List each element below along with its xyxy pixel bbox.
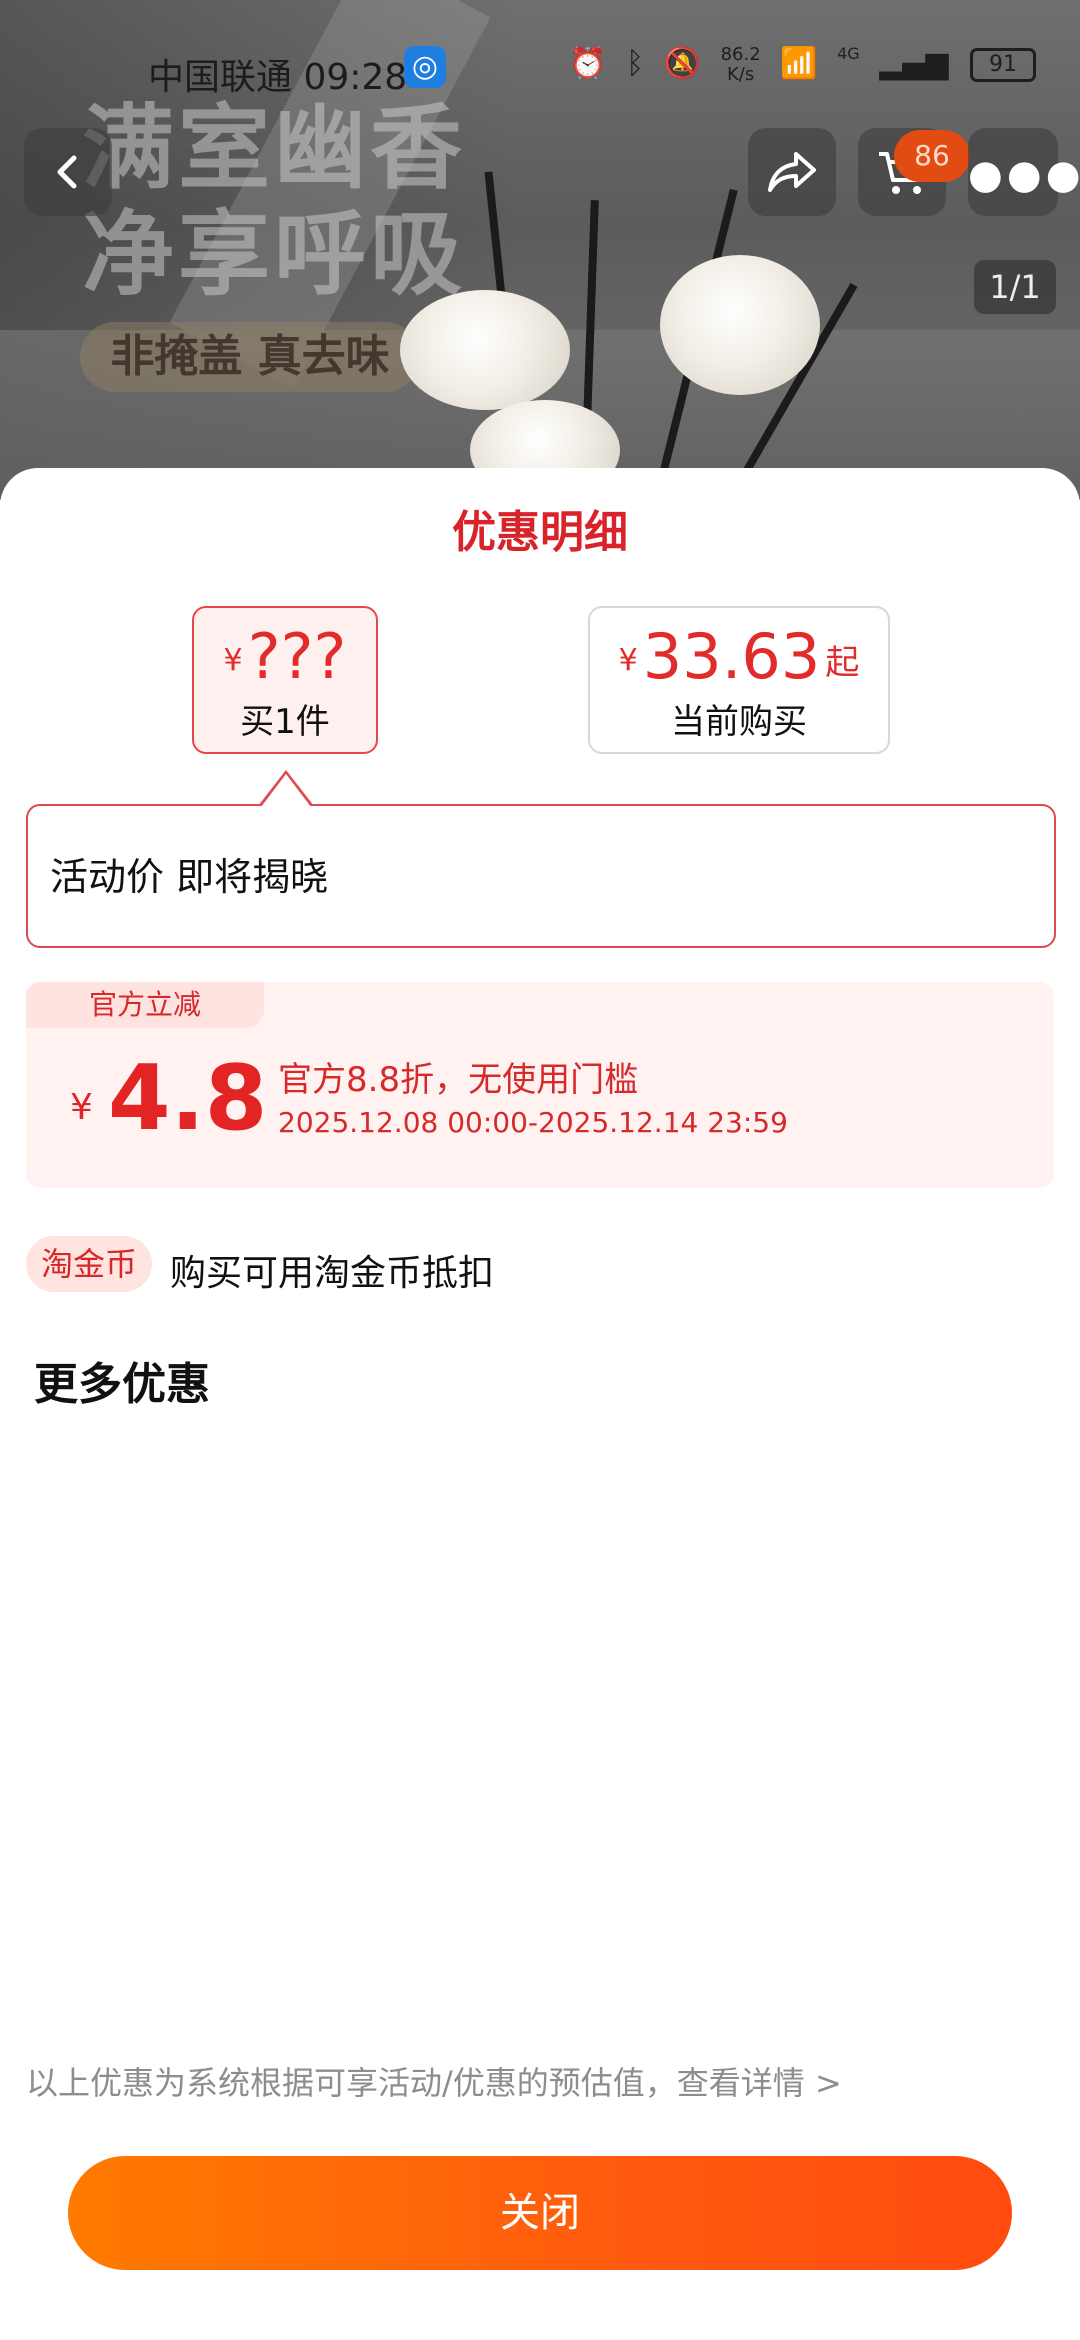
current-price: ¥ 33.63 起 [590, 620, 888, 693]
reed-flower [400, 290, 570, 410]
discount-amount: ¥ 4.8 [70, 1046, 267, 1151]
sheet-title: 优惠明细 [452, 507, 628, 558]
promo-tagline: 非掩盖 真去味 [80, 322, 420, 392]
headline-line-1: 满室幽香 [82, 94, 467, 202]
price-suffix: 起 [825, 643, 860, 683]
current-price-value: 33.63 [642, 620, 821, 693]
yen-symbol: ¥ [223, 643, 243, 678]
wifi-icon: 📶 [780, 46, 818, 81]
share-icon [768, 152, 816, 192]
net-speed-unit: K/s [726, 63, 755, 85]
network-type: 4G [837, 44, 860, 63]
mute-bell-icon: 🔕 [663, 46, 702, 81]
discount-validity: 2025.12.08 00:00-2025.12.14 23:59 [278, 1106, 788, 1139]
net-speed: 86.2 K/s [720, 43, 761, 85]
discount-detail-sheet: 优惠明细 ¥ ??? 买1件 ¥ 33.63 起 当前购买 活动价 即将揭晓 官… [0, 468, 1080, 2340]
yen-symbol: ¥ [70, 1087, 93, 1128]
product-image: 满室幽香 净享呼吸 非掩盖 真去味 中国联通 09:28 ◎ ⏰ ᛒ 🔕 86.… [0, 0, 1080, 500]
status-icons: ⏰ ᛒ 🔕 86.2 K/s 📶 4G ▂▄▆ 91 [559, 44, 1036, 85]
current-price-card[interactable]: ¥ 33.63 起 当前购买 [588, 606, 890, 754]
signal-icon: ▂▄▆ [879, 46, 949, 81]
share-button[interactable] [748, 128, 836, 216]
taojinbi-text: 购买可用淘金币抵扣 [170, 1253, 495, 1294]
alarm-icon: ⏰ [569, 46, 607, 81]
discount-tag: 官方立减 [26, 982, 264, 1028]
carrier-time: 中国联通 09:28 [148, 57, 408, 98]
browser-globe-icon: ◎ [404, 46, 446, 88]
callout-text: 活动价 即将揭晓 [50, 855, 329, 899]
current-price-label: 当前购买 [671, 702, 807, 742]
cart-count-badge: 86 [894, 130, 970, 182]
more-discounts-title: 更多优惠 [34, 1359, 210, 1410]
headline-line-2: 净享呼吸 [82, 200, 467, 308]
buy-one-label: 买1件 [240, 702, 330, 742]
status-bar: 中国联通 09:28 ◎ ⏰ ᛒ 🔕 86.2 K/s 📶 4G ▂▄▆ 91 [0, 40, 1080, 100]
back-button[interactable] [24, 128, 112, 216]
image-pager: 1/1 [974, 260, 1056, 314]
buy-one-price-value: ??? [247, 620, 347, 693]
discount-amount-value: 4.8 [108, 1046, 268, 1151]
more-dots-icon: ●●● [968, 152, 1080, 198]
yen-symbol: ¥ [618, 643, 638, 678]
estimate-footnote-link[interactable]: 以上优惠为系统根据可享活动/优惠的预估值，查看详情 > [26, 2058, 842, 2104]
buy-one-price-card[interactable]: ¥ ??? 买1件 [192, 606, 378, 754]
buy-one-price: ¥ ??? [194, 620, 376, 693]
bluetooth-icon: ᛒ [626, 46, 645, 81]
promo-headline: 满室幽香 净享呼吸 [82, 95, 466, 307]
net-speed-value: 86.2 [720, 43, 761, 65]
official-discount-card: 官方立减 ¥ 4.8 官方8.8折，无使用门槛 2025.12.08 00:00… [26, 982, 1054, 1188]
more-button[interactable]: ●●● [968, 128, 1080, 216]
close-button[interactable]: 关闭 [68, 2156, 1012, 2270]
activity-price-callout: 活动价 即将揭晓 [26, 804, 1056, 948]
discount-description: 官方8.8折，无使用门槛 [278, 1060, 639, 1100]
taojinbi-tag: 淘金币 [26, 1236, 152, 1292]
chevron-left-icon [57, 155, 77, 189]
reed-flower [660, 255, 820, 395]
callout-pointer-fill [261, 774, 311, 807]
battery-indicator: 91 [970, 47, 1036, 82]
